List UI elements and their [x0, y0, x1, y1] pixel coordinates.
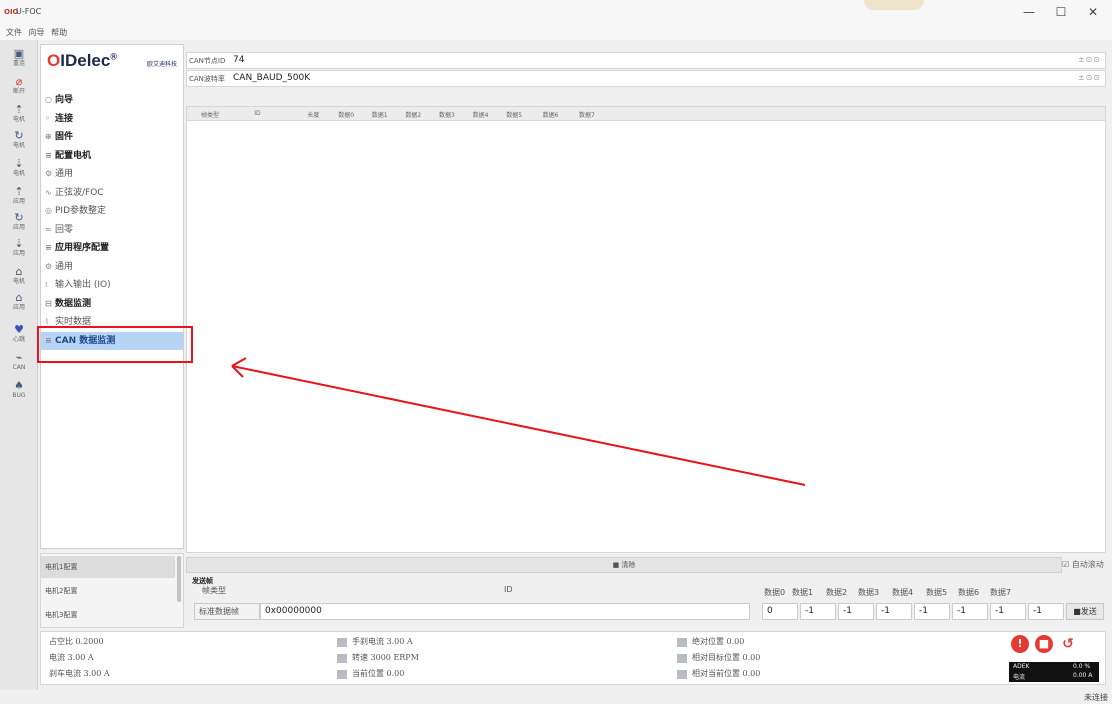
- annotation-arrow: [231, 357, 806, 486]
